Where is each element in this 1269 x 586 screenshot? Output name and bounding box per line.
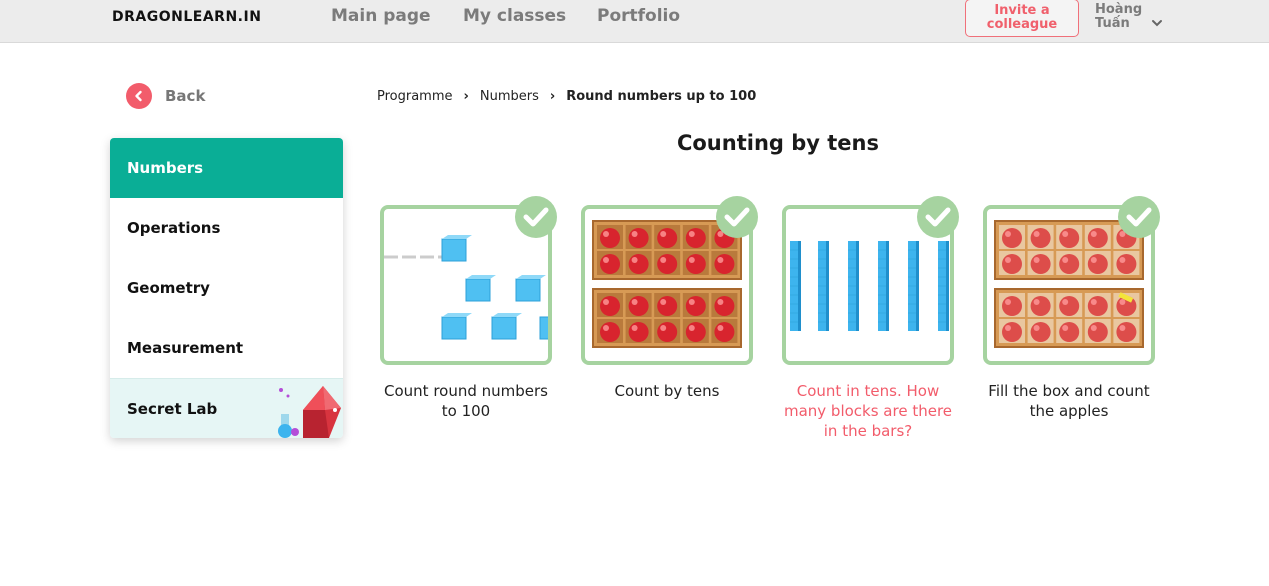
apple [628, 296, 649, 316]
apple [1059, 254, 1080, 274]
nav-my-classes[interactable]: My classes [463, 6, 566, 26]
apple [600, 296, 620, 316]
breadcrumb: Programme › Numbers › Round numbers up t… [377, 89, 756, 104]
sidebar-item-label: Secret Lab [127, 399, 218, 418]
apple [1116, 254, 1137, 274]
apple [600, 254, 620, 274]
back-label: Back [165, 87, 206, 105]
apple [685, 322, 706, 342]
card-label: Count round numbers to 100 [384, 382, 548, 420]
apple [685, 228, 706, 248]
apple [1087, 254, 1108, 274]
apple [1030, 296, 1051, 316]
apple [1116, 322, 1137, 342]
user-last-name: Tuấn [1095, 16, 1130, 31]
sidebar-item-operations[interactable]: Operations [110, 198, 343, 258]
apple [714, 254, 735, 274]
check-icon [1118, 196, 1160, 238]
sidebar-item-geometry[interactable]: Geometry [110, 258, 343, 318]
apple [1087, 322, 1108, 342]
nav-main-page[interactable]: Main page [331, 6, 431, 26]
chevron-right-icon: › [549, 89, 556, 104]
apple [714, 296, 735, 316]
apple [657, 322, 678, 342]
apple [1030, 254, 1051, 274]
breadcrumb-programme[interactable]: Programme [377, 89, 453, 104]
invite-label-line1: Invite a [994, 3, 1050, 18]
page-title: Counting by tens [676, 131, 880, 155]
topic-sidebar: Numbers Operations Geometry Measurement … [110, 138, 343, 438]
user-first-name: Hoàng [1095, 2, 1143, 17]
apple [1002, 322, 1022, 342]
invite-label-line2: colleague [986, 17, 1058, 32]
apple [1059, 296, 1080, 316]
nav-portfolio[interactable]: Portfolio [597, 6, 680, 26]
apple [1030, 322, 1051, 342]
apple [1002, 254, 1022, 274]
check-icon [515, 196, 557, 238]
crystal-icon [278, 386, 341, 438]
chevron-down-icon[interactable] [1150, 16, 1164, 30]
logo[interactable]: DRAGONLEARN.IN [112, 9, 261, 25]
sidebar-item-measurement[interactable]: Measurement [110, 318, 343, 378]
chevron-left-icon [135, 90, 142, 102]
back-button[interactable]: Back [126, 83, 205, 109]
apple [685, 296, 706, 316]
back-circle [126, 83, 152, 109]
apple [628, 228, 649, 248]
sidebar-item-numbers[interactable]: Numbers [110, 138, 343, 198]
sidebar-item-secret-lab[interactable]: Secret Lab [110, 378, 343, 438]
top-navbar: DRAGONLEARN.IN Main page My classes Port… [0, 0, 1269, 43]
card-label: Count by tens [614, 382, 720, 400]
user-menu[interactable]: Hoàng Tuấn [1095, 3, 1142, 31]
apple [1059, 228, 1080, 248]
apple [600, 322, 620, 342]
apple [1030, 228, 1051, 248]
chevron-right-icon: › [463, 89, 469, 104]
check-icon [716, 196, 758, 238]
apple [714, 322, 735, 342]
apple [657, 296, 678, 316]
apple [1002, 228, 1022, 248]
exercise-card-3[interactable]: Count in tens. How many blocks are there… [782, 205, 954, 441]
apple [657, 228, 678, 248]
apple [1087, 228, 1108, 248]
apple [657, 254, 678, 274]
apple [685, 254, 706, 274]
invite-colleague-button[interactable]: Invite a colleague [965, 0, 1079, 37]
card-label: Count in tens. How many blocks are there… [783, 382, 953, 440]
apple [628, 322, 649, 342]
card-label: Fill the box and count the apples [988, 382, 1150, 420]
breadcrumb-numbers[interactable]: Numbers [480, 89, 539, 104]
apple [628, 254, 649, 274]
check-icon [917, 196, 959, 238]
apple [1087, 296, 1108, 316]
apple [1002, 296, 1022, 316]
breadcrumb-current: Round numbers up to 100 [566, 89, 757, 104]
apple [1059, 322, 1080, 342]
apple [600, 228, 620, 248]
